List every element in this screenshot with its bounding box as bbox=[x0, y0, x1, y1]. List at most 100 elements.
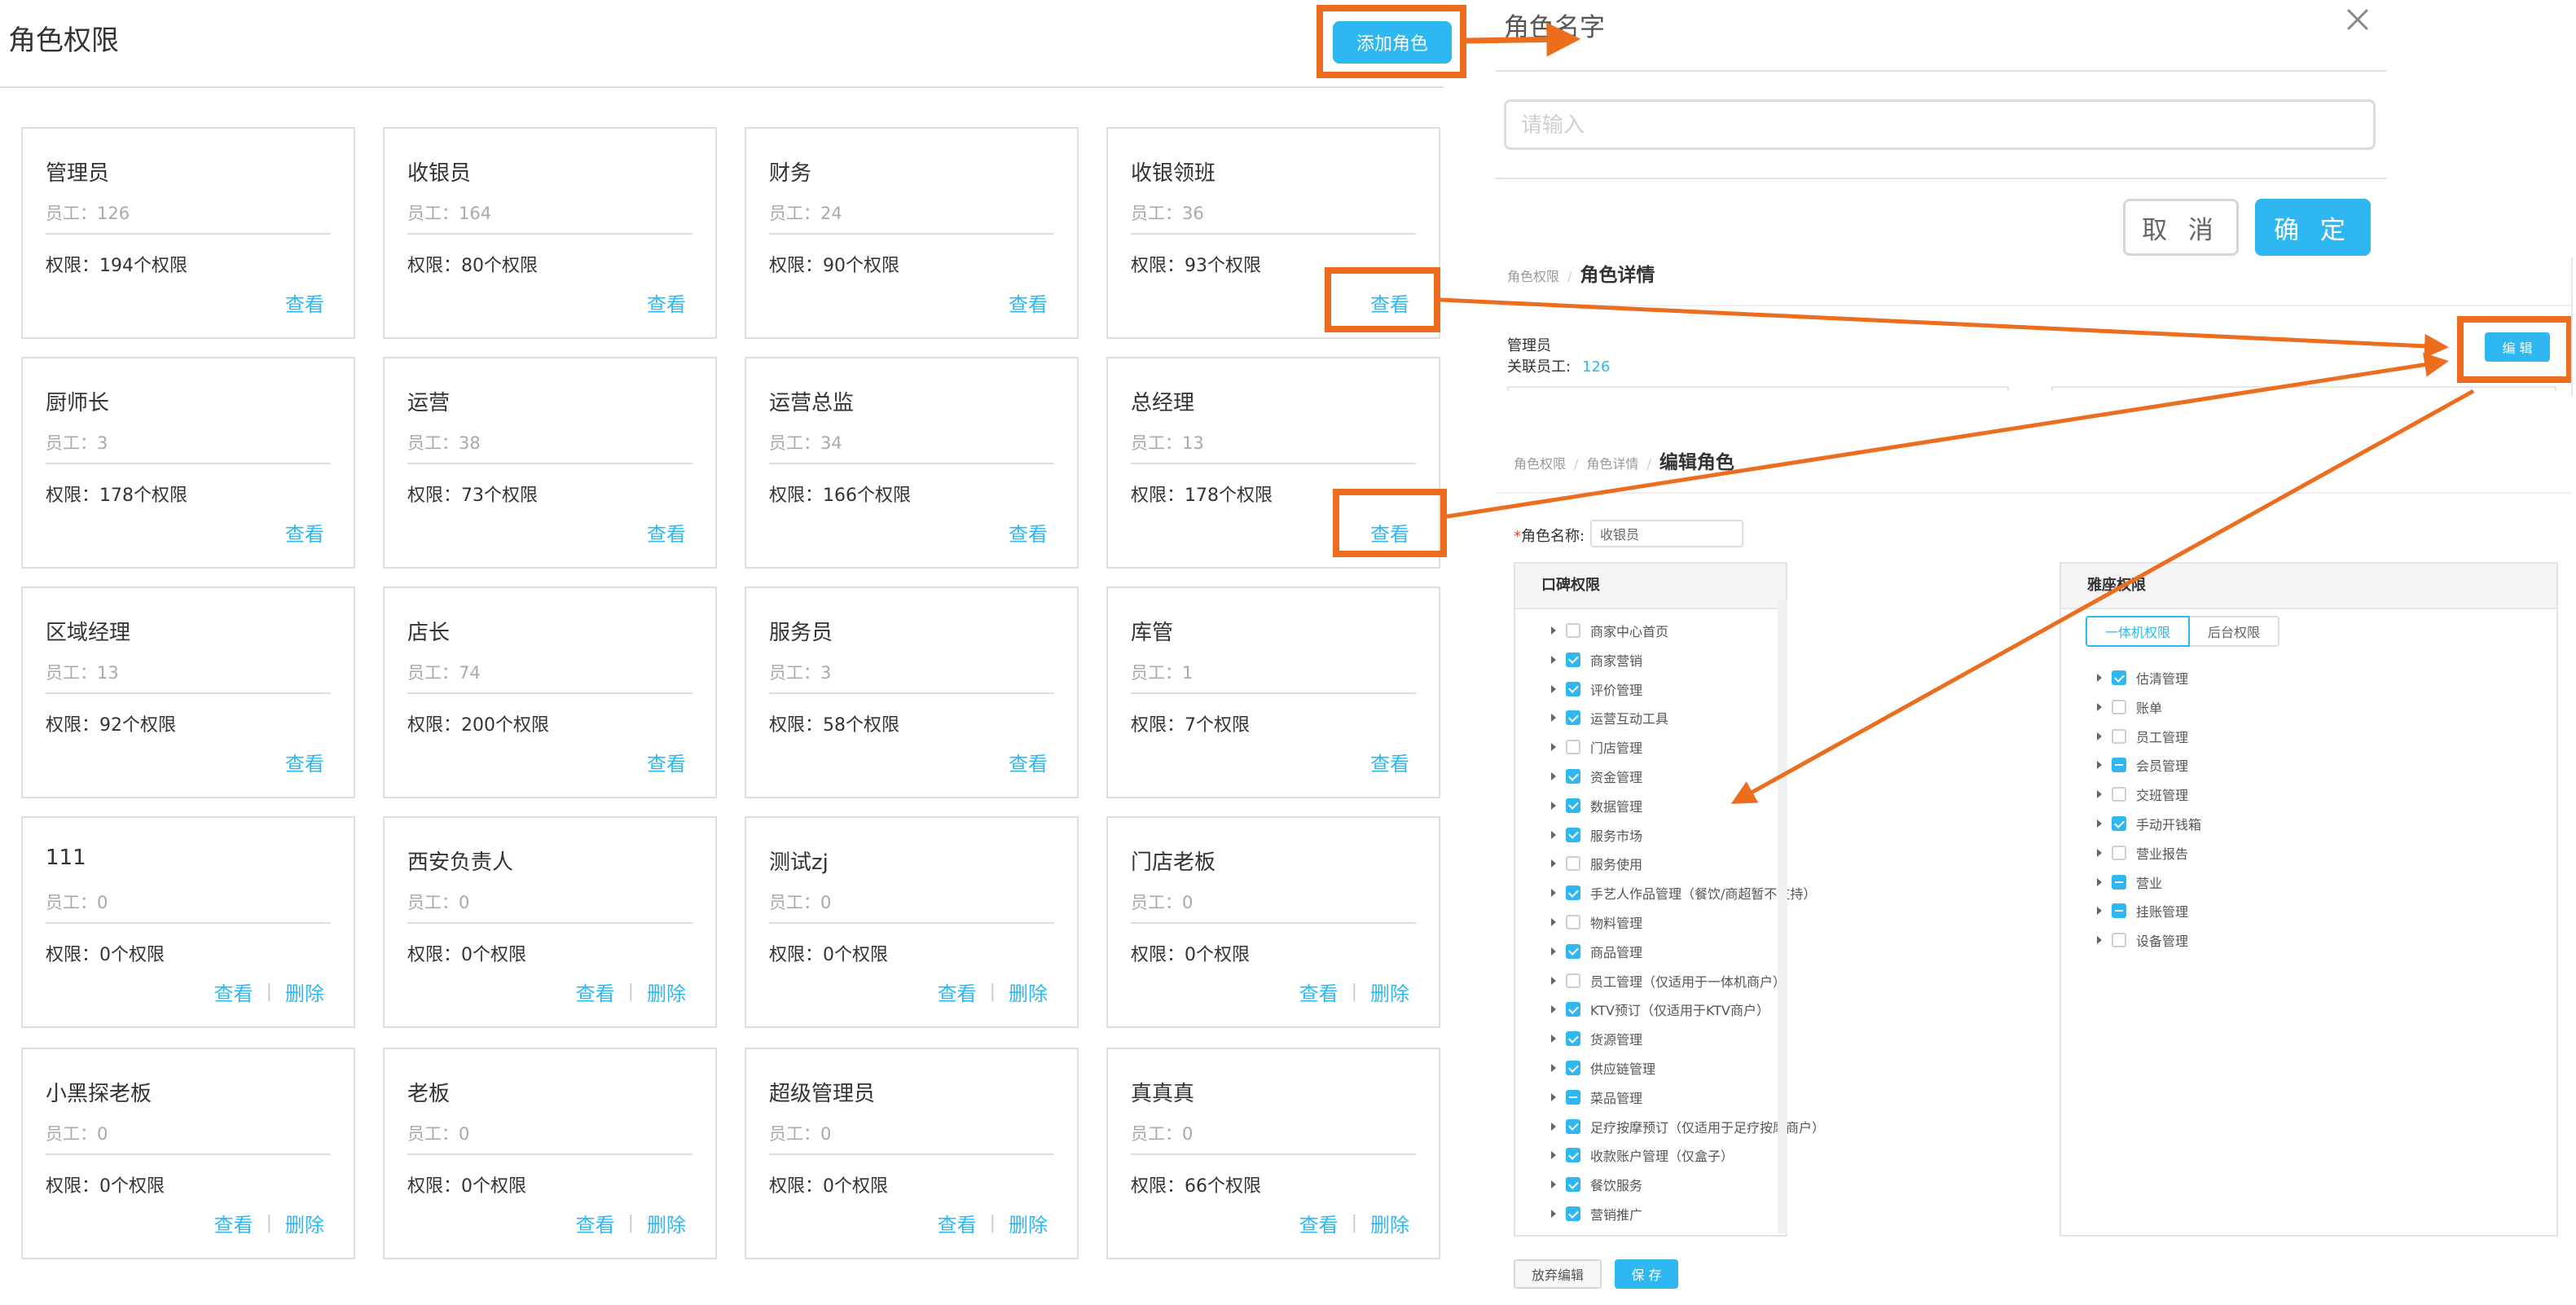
tab-pos-permission[interactable]: 一体机权限 bbox=[2086, 616, 2190, 647]
view-link[interactable]: 查看 bbox=[647, 288, 686, 317]
permission-checkbox[interactable] bbox=[1566, 973, 1580, 988]
expand-caret-icon[interactable] bbox=[1551, 947, 1556, 956]
delete-link[interactable]: 删除 bbox=[1009, 978, 1048, 1006]
permission-checkbox[interactable] bbox=[1566, 1148, 1580, 1163]
permission-checkbox[interactable] bbox=[2112, 699, 2126, 714]
view-link[interactable]: 查看 bbox=[1370, 748, 1409, 776]
permission-checkbox[interactable] bbox=[1566, 769, 1580, 784]
permission-checkbox[interactable] bbox=[1566, 681, 1580, 696]
discard-edit-button[interactable]: 放弃编辑 bbox=[1514, 1259, 1602, 1289]
expand-caret-icon[interactable] bbox=[1551, 714, 1556, 723]
expand-caret-icon[interactable] bbox=[1551, 1180, 1556, 1189]
view-link[interactable]: 查看 bbox=[938, 1209, 977, 1237]
staff-count-link[interactable]: 126 bbox=[1582, 358, 1610, 376]
permission-checkbox[interactable] bbox=[2112, 816, 2126, 831]
expand-caret-icon[interactable] bbox=[2097, 848, 2102, 857]
view-link[interactable]: 查看 bbox=[647, 518, 686, 547]
expand-caret-icon[interactable] bbox=[1551, 918, 1556, 926]
breadcrumb-link[interactable]: 角色权限 bbox=[1514, 453, 1566, 472]
permission-checkbox[interactable] bbox=[2112, 874, 2126, 890]
delete-link[interactable]: 删除 bbox=[1009, 1209, 1048, 1237]
permission-checkbox[interactable] bbox=[2112, 845, 2126, 860]
expand-caret-icon[interactable] bbox=[2097, 761, 2102, 770]
permission-checkbox[interactable] bbox=[2112, 933, 2126, 948]
delete-link[interactable]: 删除 bbox=[285, 978, 324, 1006]
permission-checkbox[interactable] bbox=[1566, 1061, 1580, 1075]
delete-link[interactable]: 删除 bbox=[1370, 978, 1409, 1006]
expand-caret-icon[interactable] bbox=[2097, 936, 2102, 945]
expand-caret-icon[interactable] bbox=[1551, 830, 1556, 839]
permission-checkbox[interactable] bbox=[1566, 1002, 1580, 1017]
scrollbar[interactable] bbox=[1778, 600, 1787, 1233]
view-link[interactable]: 查看 bbox=[938, 978, 977, 1006]
expand-caret-icon[interactable] bbox=[2097, 702, 2102, 711]
view-link[interactable]: 查看 bbox=[285, 518, 324, 547]
permission-checkbox[interactable] bbox=[1566, 1206, 1580, 1221]
view-link[interactable]: 查看 bbox=[1009, 288, 1048, 317]
permission-checkbox[interactable] bbox=[1566, 798, 1580, 813]
permission-checkbox[interactable] bbox=[1566, 740, 1580, 755]
expand-caret-icon[interactable] bbox=[1551, 1210, 1556, 1218]
expand-caret-icon[interactable] bbox=[2097, 674, 2102, 682]
view-link[interactable]: 查看 bbox=[285, 288, 324, 317]
expand-caret-icon[interactable] bbox=[1551, 772, 1556, 780]
view-link[interactable]: 查看 bbox=[576, 1209, 615, 1237]
permission-checkbox[interactable] bbox=[1566, 915, 1580, 929]
permission-checkbox[interactable] bbox=[2112, 758, 2126, 773]
view-link[interactable]: 查看 bbox=[1299, 978, 1339, 1006]
expand-caret-icon[interactable] bbox=[2097, 907, 2102, 916]
permission-checkbox[interactable] bbox=[1566, 1177, 1580, 1193]
permission-checkbox[interactable] bbox=[2112, 903, 2126, 919]
edit-button[interactable]: 编 辑 bbox=[2485, 332, 2550, 362]
permission-checkbox[interactable] bbox=[1566, 827, 1580, 842]
close-icon[interactable] bbox=[2343, 5, 2372, 34]
expand-caret-icon[interactable] bbox=[1551, 1064, 1556, 1072]
permission-checkbox[interactable] bbox=[2112, 728, 2126, 744]
view-link[interactable]: 查看 bbox=[1299, 1209, 1339, 1237]
role-name-input[interactable] bbox=[1504, 99, 2376, 150]
role-name-field[interactable] bbox=[1590, 520, 1743, 547]
expand-caret-icon[interactable] bbox=[2097, 732, 2102, 740]
expand-caret-icon[interactable] bbox=[1551, 1092, 1556, 1101]
expand-caret-icon[interactable] bbox=[1551, 889, 1556, 898]
view-link[interactable]: 查看 bbox=[647, 748, 686, 776]
view-link[interactable]: 查看 bbox=[214, 1209, 253, 1237]
permission-checkbox[interactable] bbox=[1566, 1089, 1580, 1105]
cancel-button[interactable]: 取 消 bbox=[2123, 199, 2239, 256]
expand-caret-icon[interactable] bbox=[1551, 743, 1556, 752]
expand-caret-icon[interactable] bbox=[2097, 877, 2102, 886]
tab-backend-permission[interactable]: 后台权限 bbox=[2190, 616, 2279, 647]
permission-checkbox[interactable] bbox=[1566, 1118, 1580, 1134]
permission-checkbox[interactable] bbox=[1566, 856, 1580, 872]
delete-link[interactable]: 删除 bbox=[647, 978, 686, 1006]
expand-caret-icon[interactable] bbox=[1551, 859, 1556, 868]
breadcrumb-link[interactable]: 角色详情 bbox=[1586, 453, 1638, 472]
expand-caret-icon[interactable] bbox=[1551, 801, 1556, 810]
permission-checkbox[interactable] bbox=[2112, 670, 2126, 685]
expand-caret-icon[interactable] bbox=[1551, 1035, 1556, 1044]
confirm-button[interactable]: 确 定 bbox=[2255, 199, 2371, 256]
expand-caret-icon[interactable] bbox=[1551, 976, 1556, 985]
view-link[interactable]: 查看 bbox=[1009, 518, 1048, 547]
permission-checkbox[interactable] bbox=[1566, 943, 1580, 959]
permission-checkbox[interactable] bbox=[1566, 623, 1580, 638]
delete-link[interactable]: 删除 bbox=[647, 1209, 686, 1237]
permission-checkbox[interactable] bbox=[2112, 787, 2126, 802]
expand-caret-icon[interactable] bbox=[1551, 655, 1556, 664]
expand-caret-icon[interactable] bbox=[1551, 684, 1556, 693]
save-button[interactable]: 保 存 bbox=[1615, 1259, 1678, 1289]
expand-caret-icon[interactable] bbox=[1551, 1122, 1556, 1131]
view-link[interactable]: 查看 bbox=[576, 978, 615, 1006]
expand-caret-icon[interactable] bbox=[1551, 1005, 1556, 1014]
permission-checkbox[interactable] bbox=[1566, 652, 1580, 667]
permission-checkbox[interactable] bbox=[1566, 885, 1580, 901]
view-link[interactable]: 查看 bbox=[1009, 748, 1048, 776]
expand-caret-icon[interactable] bbox=[1551, 1151, 1556, 1160]
view-link[interactable]: 查看 bbox=[214, 978, 253, 1006]
delete-link[interactable]: 删除 bbox=[285, 1209, 324, 1237]
expand-caret-icon[interactable] bbox=[2097, 819, 2102, 828]
permission-checkbox[interactable] bbox=[1566, 1031, 1580, 1047]
permission-checkbox[interactable] bbox=[1566, 710, 1580, 726]
view-link[interactable]: 查看 bbox=[285, 748, 324, 776]
expand-caret-icon[interactable] bbox=[2097, 790, 2102, 799]
